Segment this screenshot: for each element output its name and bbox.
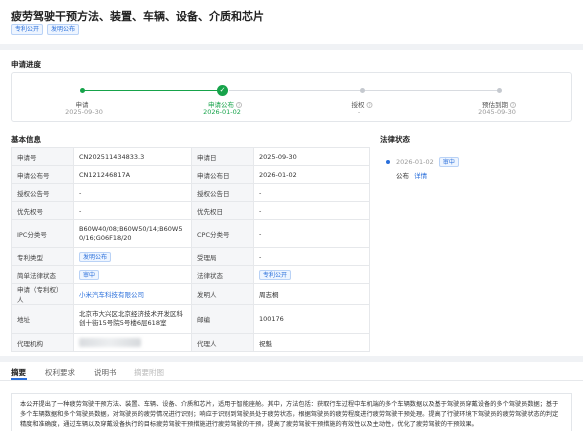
- label-priority-number: 优先权号: [11, 201, 74, 220]
- table-row: IPC分类号 B60W40/08;B60W50/14;B60W50/16;G06…: [11, 219, 370, 248]
- table-row: 授权公告号 - 授权公告日 -: [11, 183, 370, 202]
- value-application-number: CN202511434833.3: [73, 147, 192, 166]
- legal-status-event-row: 公布 详情: [396, 170, 427, 180]
- progress-title: 申请进度: [11, 60, 41, 69]
- tab-claims[interactable]: 权利要求: [45, 367, 75, 378]
- legal-status-dot: [386, 160, 390, 164]
- label-application-date: 申请日: [191, 147, 254, 166]
- tabs-divider: [0, 380, 583, 381]
- value-postcode: 100176: [253, 304, 370, 334]
- page-title: 疲劳驾驶干预方法、装置、车辆、设备、介质和芯片: [11, 10, 264, 23]
- tab-active-indicator: [11, 378, 27, 380]
- tag-invention-publication: 发明公布: [47, 24, 80, 35]
- check-icon: ✓: [217, 85, 228, 96]
- abstract-text: 本公开提出了一种疲劳驾驶干预方法、装置、车辆、设备、介质和芯片，适用于智能座舱。…: [11, 393, 572, 431]
- label-address: 地址: [11, 304, 74, 334]
- tab-abstract[interactable]: 摘要: [11, 367, 26, 378]
- value-cpc: -: [253, 219, 370, 248]
- label-publication-date: 申请公布日: [191, 165, 254, 184]
- value-priority-date: -: [253, 201, 370, 220]
- progress-line-done: [83, 90, 223, 91]
- tag-patent-public: 专利公开: [11, 24, 44, 35]
- help-icon[interactable]: ?: [366, 102, 373, 108]
- value-publication-date: 2026-01-02: [253, 165, 370, 184]
- step-date-apply: 2025-09-30: [65, 108, 103, 116]
- label-grant-number: 授权公告号: [11, 183, 74, 202]
- patent-type-badge: 发明公布: [79, 251, 112, 262]
- value-ipc: B60W40/08;B60W50/14;B60W50/16;G06F18/20: [73, 219, 192, 248]
- progress-timeline: ✓ 申请 2025-09-30 申请公布? 2026-01-02 授权? - 预…: [11, 72, 572, 122]
- table-row: 优先权号 - 优先权日 -: [11, 201, 370, 220]
- value-priority-number: -: [73, 201, 192, 220]
- label-applicant: 申请（专利权）人: [11, 283, 74, 305]
- value-inventor: 周志桐: [253, 283, 370, 305]
- label-agency: 代理机构: [11, 333, 74, 352]
- legal-status-title: 法律状态: [380, 135, 410, 144]
- table-row: 申请公布号 CN121246817A 申请公布日 2026-01-02: [11, 165, 370, 184]
- value-application-date: 2025-09-30: [253, 147, 370, 166]
- label-postcode: 邮编: [191, 304, 254, 334]
- value-patent-type: 发明公布: [73, 247, 192, 266]
- label-publication-number: 申请公布号: [11, 165, 74, 184]
- label-simple-legal-status: 简单法律状态: [11, 265, 74, 284]
- label-ipc: IPC分类号: [11, 219, 74, 248]
- step-date-publish: 2026-01-02: [203, 108, 241, 116]
- value-grant-date: -: [253, 183, 370, 202]
- table-row: 申请（专利权）人 小米汽车科技有限公司 发明人 周志桐: [11, 283, 370, 305]
- label-application-number: 申请号: [11, 147, 74, 166]
- value-simple-legal-status: 审中: [73, 265, 192, 284]
- legal-status-badge: 专利公开: [259, 269, 292, 280]
- step-dot-expiry: [497, 88, 502, 93]
- applicant-link[interactable]: 小米汽车科技有限公司: [79, 291, 144, 299]
- value-applicant: 小米汽车科技有限公司: [73, 283, 192, 305]
- value-agency: [73, 333, 192, 352]
- label-inventor: 发明人: [191, 283, 254, 305]
- value-agent: 祝魁: [253, 333, 370, 352]
- table-row: 专利类型 发明公布 受理局 -: [11, 247, 370, 266]
- table-row: 代理机构 代理人 祝魁: [11, 333, 370, 352]
- legal-status-entry: 2026-01-02 审中: [396, 157, 459, 167]
- legal-status-detail-link[interactable]: 详情: [414, 172, 427, 180]
- page-header: 疲劳驾驶干预方法、装置、车辆、设备、介质和芯片 专利公开 发明公布: [0, 0, 583, 44]
- tab-abstract-figure[interactable]: 摘要附图: [134, 367, 164, 378]
- value-address: 北京市大兴区北京经济技术开发区科创十街15号院5号楼6层618室: [73, 304, 192, 334]
- step-date-expiry: 2045-09-30: [478, 108, 516, 116]
- legal-status-event: 公布: [396, 172, 409, 180]
- step-dot-grant: [360, 88, 365, 93]
- label-legal-status: 法律状态: [191, 265, 254, 284]
- step-date-grant: -: [357, 108, 361, 116]
- label-receiving-office: 受理局: [191, 247, 254, 266]
- legal-status-date: 2026-01-02: [396, 158, 434, 166]
- value-grant-number: -: [73, 183, 192, 202]
- label-agent: 代理人: [191, 333, 254, 352]
- legal-status-entry-badge: 审中: [438, 157, 459, 167]
- value-legal-status: 专利公开: [253, 265, 370, 284]
- simple-legal-status-badge: 审中: [79, 269, 100, 280]
- value-receiving-office: -: [253, 247, 370, 266]
- step-label-grant: 授权?: [351, 101, 373, 109]
- basic-info-title: 基本信息: [11, 135, 41, 144]
- table-row: 申请号 CN202511434833.3 申请日 2025-09-30: [11, 147, 370, 166]
- label-priority-date: 优先权日: [191, 201, 254, 220]
- label-cpc: CPC分类号: [191, 219, 254, 248]
- table-row: 简单法律状态 审中 法律状态 专利公开: [11, 265, 370, 284]
- basic-info-table: 申请号 CN202511434833.3 申请日 2025-09-30 申请公布…: [11, 147, 370, 352]
- value-publication-number: CN121246817A: [73, 165, 192, 184]
- label-grant-date: 授权公告日: [191, 183, 254, 202]
- redacted-agency: [79, 338, 141, 347]
- step-dot-apply: [80, 88, 85, 93]
- tab-description[interactable]: 说明书: [94, 367, 117, 378]
- table-row: 地址 北京市大兴区北京经济技术开发区科创十街15号院5号楼6层618室 邮编 1…: [11, 304, 370, 334]
- label-patent-type: 专利类型: [11, 247, 74, 266]
